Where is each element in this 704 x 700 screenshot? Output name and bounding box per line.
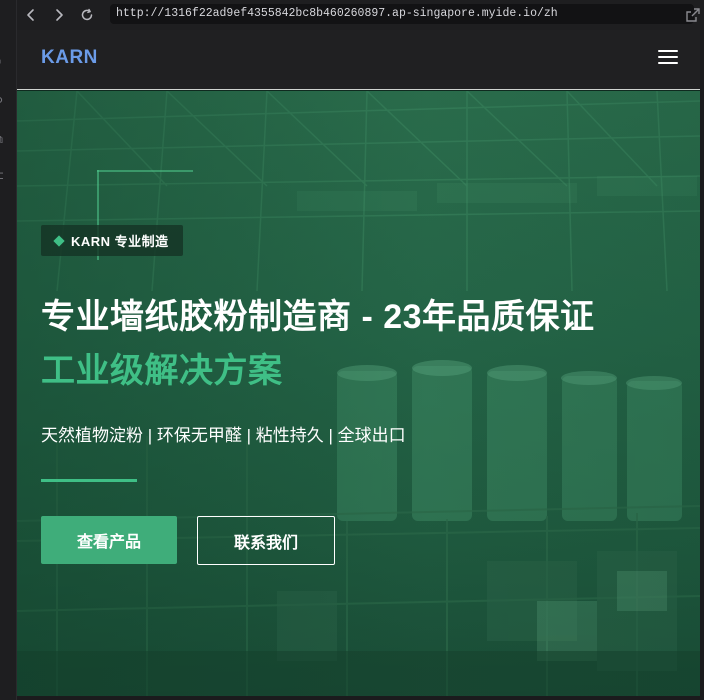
window-edge xyxy=(700,30,704,700)
debug-icon[interactable]: ⚲ xyxy=(0,96,7,108)
address-bar[interactable]: http://1316f22ad9ef4355842bc8b460260897.… xyxy=(110,4,694,24)
open-external-icon[interactable] xyxy=(684,6,702,24)
hero-tagline: 天然植物淀粉 | 环保无甲醛 | 粘性持久 | 全球出口 xyxy=(41,426,406,445)
reload-icon xyxy=(81,8,93,21)
hamburger-menu-icon[interactable] xyxy=(658,50,678,66)
contact-us-button[interactable]: 联系我们 xyxy=(197,516,335,565)
view-products-button[interactable]: 查看产品 xyxy=(41,516,177,564)
hero-subtitle: 工业级解决方案 xyxy=(41,352,283,390)
chevron-left-icon xyxy=(27,9,34,21)
reload-button[interactable] xyxy=(73,0,101,30)
forward-button[interactable] xyxy=(45,0,73,30)
browser-toolbar: http://1316f22ad9ef4355842bc8b460260897.… xyxy=(17,0,704,30)
site-logo[interactable]: KARN xyxy=(41,47,98,69)
window-edge xyxy=(17,696,704,700)
editor-gutter: ⌕ ⑂ ⚲ ⧉ ⊏ xyxy=(0,0,17,700)
factory-background-image xyxy=(17,91,700,696)
decorative-corner-line xyxy=(97,170,193,172)
search-icon[interactable]: ⌕ xyxy=(0,22,7,34)
remote-icon[interactable]: ⊏ xyxy=(0,170,7,182)
chevron-right-icon xyxy=(56,9,63,21)
extensions-icon[interactable]: ⧉ xyxy=(0,134,7,146)
hero-section: KARN 专业制造 专业墙纸胶粉制造商 - 23年品质保证 工业级解决方案 天然… xyxy=(17,91,700,696)
branch-icon[interactable]: ⑂ xyxy=(0,58,7,70)
back-button[interactable] xyxy=(17,0,45,30)
site-header: KARN xyxy=(17,30,700,90)
brand-badge-label: KARN 专业制造 xyxy=(71,234,169,249)
diamond-icon xyxy=(53,234,65,247)
accent-divider xyxy=(41,479,137,482)
hero-title: 专业墙纸胶粉制造商 - 23年品质保证 xyxy=(41,298,595,336)
brand-badge: KARN 专业制造 xyxy=(41,225,183,256)
page-viewport: KARN KARN 专业制造 专业墙纸胶粉制造商 - 23年品质保证 工业级解决… xyxy=(17,30,700,696)
